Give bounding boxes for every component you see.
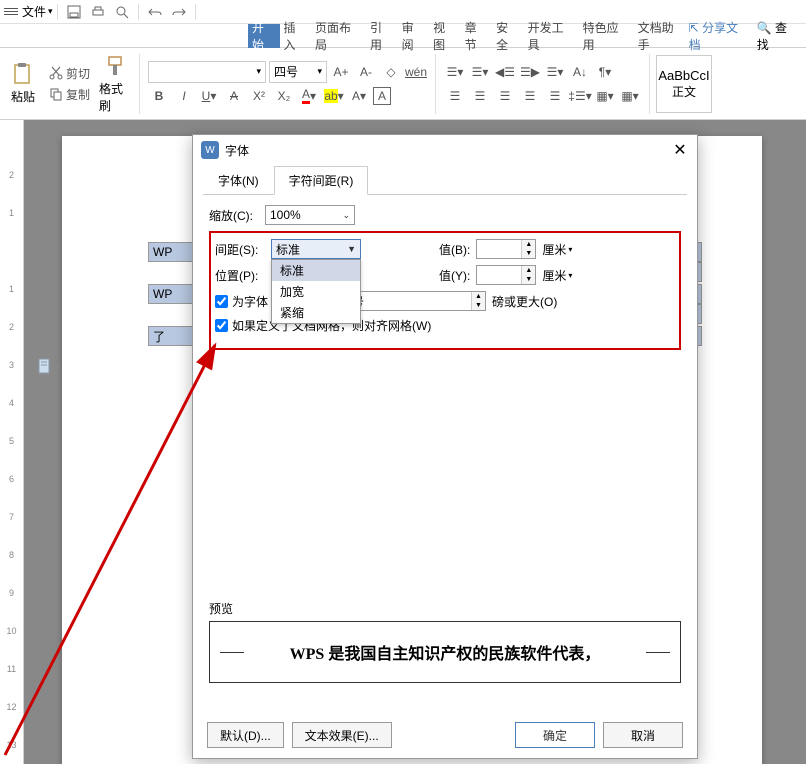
cut-button[interactable]: 剪切 (46, 64, 93, 83)
indent-dec-icon[interactable]: ◀☰ (494, 61, 516, 83)
spacing-dropdown: 标准 加宽 紧缩 (271, 259, 361, 324)
align-dist-icon[interactable]: ☰ (544, 85, 566, 107)
ribbon: 粘贴 剪切 复制 格式刷 ▾ 四号▾ A+ A- ◇ wén B I U▾ A … (0, 48, 806, 120)
value-b-label: 值(B): (439, 241, 470, 258)
format-painter-button[interactable]: 格式刷 (99, 54, 133, 114)
tab-insert[interactable]: 插入 (280, 24, 312, 48)
tab-char-spacing[interactable]: 字符间距(R) (274, 166, 369, 195)
tab-review[interactable]: 审阅 (398, 24, 430, 48)
borders-icon[interactable]: ▦▾ (619, 85, 641, 107)
tab-home[interactable]: 开始 (248, 24, 280, 48)
superscript-icon[interactable]: X² (248, 85, 270, 107)
unit-y-select[interactable]: 厘米▾ (542, 267, 572, 284)
sort-icon[interactable]: A↓ (569, 61, 591, 83)
vertical-ruler[interactable]: 21 123 456 789 10111213 (0, 120, 24, 764)
style-normal[interactable]: AaBbCcI 正文 (656, 55, 712, 113)
tab-section[interactable]: 章节 (461, 24, 493, 48)
tab-dev[interactable]: 开发工具 (524, 24, 579, 48)
close-icon[interactable]: ✕ (671, 141, 689, 159)
char-shading-icon[interactable]: A▾ (348, 85, 370, 107)
redo-icon[interactable] (171, 4, 187, 20)
tab-feature[interactable]: 特色应用 (579, 24, 634, 48)
highlight-icon[interactable]: ab▾ (323, 85, 345, 107)
preview-box: WPS 是我国自主知识产权的民族软件代表， (209, 621, 681, 683)
subscript-icon[interactable]: X₂ (273, 85, 295, 107)
file-menu[interactable]: 文件 (22, 3, 46, 20)
ribbon-tabs: 开始 插入 页面布局 引用 审阅 视图 章节 安全 开发工具 特色应用 文档助手… (0, 24, 806, 48)
hamburger-icon[interactable] (4, 8, 18, 15)
spacing-opt-standard[interactable]: 标准 (272, 260, 360, 281)
align-center-icon[interactable]: ☰ (469, 85, 491, 107)
align-left-icon[interactable]: ☰ (444, 85, 466, 107)
indent-inc-icon[interactable]: ☰▶ (519, 61, 541, 83)
kerning-checkbox[interactable]: 为字体 (215, 293, 268, 310)
tab-font[interactable]: 字体(N) (203, 166, 274, 195)
share-doc[interactable]: ⇱ 分享文档 (689, 19, 749, 53)
tab-layout[interactable]: 页面布局 (311, 24, 366, 48)
preview-label: 预览 (209, 600, 681, 617)
copy-button[interactable]: 复制 (46, 85, 93, 104)
spacing-select[interactable]: 标准▼ (271, 239, 361, 259)
value-y-label: 值(Y): (439, 267, 470, 284)
strike-icon[interactable]: A (223, 85, 245, 107)
ok-button[interactable]: 确定 (515, 722, 595, 748)
preview-text: WPS 是我国自主知识产权的民族软件代表， (290, 640, 601, 664)
tab-view[interactable]: 视图 (429, 24, 461, 48)
preview-icon[interactable] (114, 4, 130, 20)
char-border-icon[interactable]: A (373, 87, 391, 105)
dialog-titlebar[interactable]: W 字体 ✕ (193, 135, 697, 165)
increase-font-icon[interactable]: A+ (330, 61, 352, 83)
shading-icon[interactable]: ▦▾ (594, 85, 616, 107)
wps-logo-icon: W (201, 141, 219, 159)
unit-b-select[interactable]: 厘米▾ (542, 241, 572, 258)
position-label: 位置(P): (215, 267, 265, 284)
kerning-unit-label: 磅或更大(O) (492, 293, 557, 310)
text-effects-button[interactable]: 文本效果(E)... (292, 722, 392, 748)
align-justify-icon[interactable]: ☰ (519, 85, 541, 107)
decrease-font-icon[interactable]: A- (355, 61, 377, 83)
save-icon[interactable] (66, 4, 82, 20)
font-color-icon[interactable]: A▾ (298, 85, 320, 107)
phonetic-icon[interactable]: wén (405, 61, 427, 83)
default-button[interactable]: 默认(D)... (207, 722, 284, 748)
spacing-opt-expanded[interactable]: 加宽 (272, 281, 360, 302)
align-right-icon[interactable]: ☰ (494, 85, 516, 107)
print-icon[interactable] (90, 4, 106, 20)
scale-select[interactable]: 100%⌄ (265, 205, 355, 225)
value-b-spin[interactable]: ▲▼ (476, 239, 536, 259)
spacing-opt-condensed[interactable]: 紧缩 (272, 302, 360, 323)
paste-button[interactable]: 粘贴 (6, 62, 40, 105)
underline-icon[interactable]: U▾ (198, 85, 220, 107)
tab-helper[interactable]: 文档助手 (634, 24, 689, 48)
tab-security[interactable]: 安全 (492, 24, 524, 48)
undo-icon[interactable] (147, 4, 163, 20)
bold-icon[interactable]: B (148, 85, 170, 107)
italic-icon[interactable]: I (173, 85, 195, 107)
font-dialog: W 字体 ✕ 字体(N) 字符间距(R) 缩放(C): 100%⌄ 间距(S):… (192, 134, 698, 759)
highlighted-section: 间距(S): 标准▼ 标准 加宽 紧缩 值(B): ▲▼ 厘米▾ 位置(P): … (209, 231, 681, 350)
show-marks-icon[interactable]: ¶▾ (594, 61, 616, 83)
bullets-icon[interactable]: ☰▾ (444, 61, 466, 83)
line-spacing-icon[interactable]: ‡☰▾ (569, 85, 591, 107)
numbering-icon[interactable]: ☰▾ (469, 61, 491, 83)
scale-label: 缩放(C): (209, 207, 259, 224)
font-family-select[interactable]: ▾ (148, 61, 266, 83)
tab-references[interactable]: 引用 (366, 24, 398, 48)
page-icon (38, 358, 52, 374)
find[interactable]: 🔍 查找 (757, 19, 798, 53)
tab-icon[interactable]: ☰▾ (544, 61, 566, 83)
page-nav[interactable]: ▸ (38, 358, 61, 374)
clear-format-icon[interactable]: ◇ (380, 61, 402, 83)
value-y-spin[interactable]: ▲▼ (476, 265, 536, 285)
dialog-title: 字体 (225, 142, 249, 159)
cancel-button[interactable]: 取消 (603, 722, 683, 748)
font-size-select[interactable]: 四号▾ (269, 61, 327, 83)
spacing-label: 间距(S): (215, 241, 265, 258)
